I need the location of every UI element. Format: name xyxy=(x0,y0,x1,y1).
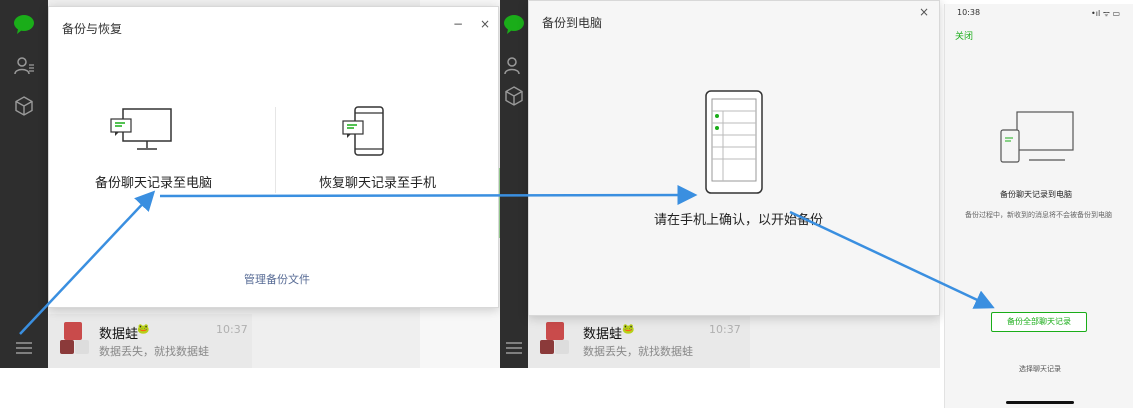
arrow-menu-to-backup xyxy=(19,190,156,335)
arrow-backup-to-confirm xyxy=(159,185,698,206)
tutorial-arrows xyxy=(19,185,995,335)
arrow-confirm-to-phone xyxy=(789,210,995,309)
